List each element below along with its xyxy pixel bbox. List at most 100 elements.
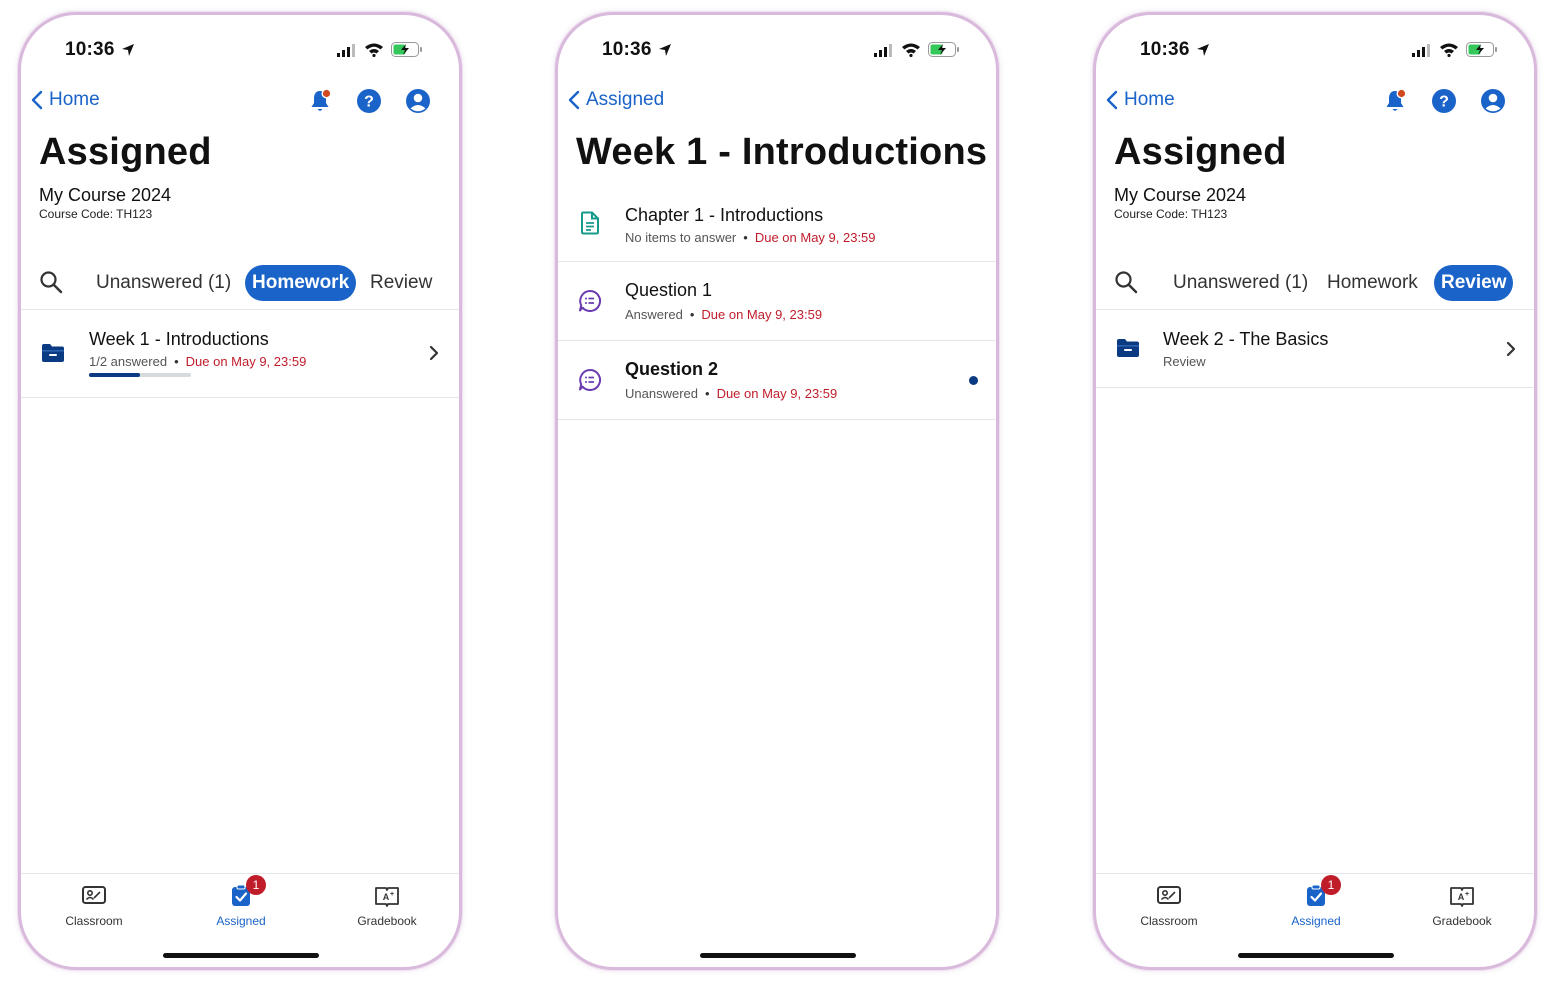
- item-title: Week 1 - Introductions: [89, 329, 269, 349]
- tabbar-label: Gradebook: [357, 914, 417, 928]
- tabbar-label: Gradebook: [1432, 914, 1492, 928]
- tabbar-assigned[interactable]: 1 Assigned: [186, 875, 296, 928]
- divider: [558, 419, 996, 420]
- tab-homework[interactable]: Homework: [245, 265, 357, 301]
- unread-indicator: [969, 376, 978, 385]
- page-title: Assigned: [39, 131, 212, 173]
- tabbar-label: Assigned: [1291, 914, 1341, 928]
- battery-charging-icon: [391, 42, 422, 57]
- classroom-icon: [82, 886, 106, 904]
- chevron-left-icon: [1106, 90, 1118, 110]
- wifi-icon: [365, 43, 383, 57]
- bell-icon[interactable]: [307, 88, 333, 114]
- home-indicator: [700, 953, 856, 958]
- assigned-icon: 1: [1303, 875, 1341, 908]
- svg-text:+: +: [1465, 891, 1469, 898]
- item-status: 1/2 answered: [89, 354, 168, 369]
- divider: [21, 397, 459, 398]
- classroom-icon: [1157, 886, 1181, 904]
- battery-charging-icon: [1466, 42, 1497, 57]
- course-name: My Course 2024: [1114, 185, 1247, 205]
- tabbar-classroom[interactable]: Classroom: [1114, 884, 1224, 928]
- phone-screen-review: 10:36 Home ? Assigned My Course 2024 Cou…: [1093, 12, 1537, 970]
- list-item[interactable]: Week 2 - The Basics Review: [1096, 310, 1534, 387]
- divider: [1096, 387, 1534, 388]
- folder-icon: [42, 344, 64, 362]
- item-subtitle: 1/2 answered • Due on May 9, 23:59: [89, 354, 306, 369]
- list-item[interactable]: Week 1 - Introductions 1/2 answered • Due …: [21, 310, 459, 397]
- list-item[interactable]: Chapter 1 - Introductions No items to an…: [558, 187, 996, 262]
- help-icon[interactable]: ?: [1431, 88, 1457, 114]
- cellular-signal-icon: [1412, 43, 1430, 57]
- svg-text:?: ?: [1439, 94, 1449, 111]
- help-icon[interactable]: ?: [356, 88, 382, 114]
- item-due-date: Due on May 9, 23:59: [185, 354, 307, 369]
- chevron-right-icon: [1506, 341, 1516, 357]
- bell-icon[interactable]: [1382, 88, 1408, 114]
- separator-dot: •: [743, 230, 748, 245]
- tab-unanswered[interactable]: Unanswered (1): [89, 265, 238, 301]
- battery-charging-icon: [928, 42, 959, 57]
- item-subtitle: Answered • Due on May 9, 23:59: [625, 307, 822, 322]
- list-item[interactable]: Question 1 Answered • Due on May 9, 23:59: [558, 262, 996, 341]
- filter-tabs: Unanswered (1) Homework Review: [39, 265, 449, 301]
- assigned-icon: 1: [228, 875, 266, 908]
- tabbar-label: Assigned: [216, 914, 266, 928]
- location-arrow-icon: [1197, 44, 1209, 56]
- back-button[interactable]: Home: [1106, 89, 1175, 111]
- account-icon[interactable]: [405, 88, 431, 114]
- home-indicator: [1238, 953, 1394, 958]
- tab-unanswered[interactable]: Unanswered (1): [1166, 265, 1315, 301]
- tabbar-assigned[interactable]: 1 Assigned: [1261, 875, 1371, 928]
- status-bar: 10:36: [65, 39, 423, 63]
- chevron-left-icon: [31, 90, 43, 110]
- chevron-right-icon: [429, 345, 439, 361]
- item-status: No items to answer: [625, 230, 737, 245]
- back-button[interactable]: Assigned: [568, 89, 664, 111]
- status-bar: 10:36: [1140, 39, 1498, 63]
- cellular-signal-icon: [874, 43, 892, 57]
- tabbar-label: Classroom: [1140, 914, 1198, 928]
- item-due-date: Due on May 9, 23:59: [701, 307, 823, 322]
- account-icon[interactable]: [1480, 88, 1506, 114]
- back-button[interactable]: Home: [31, 89, 100, 111]
- tabbar-classroom[interactable]: Classroom: [39, 884, 149, 928]
- tabbar-gradebook[interactable]: A + Gradebook: [332, 884, 442, 928]
- tab-review[interactable]: Review: [363, 265, 439, 301]
- notification-badge: 1: [246, 875, 266, 895]
- item-status: Unanswered: [625, 386, 698, 401]
- tab-homework[interactable]: Homework: [1320, 265, 1425, 301]
- wifi-icon: [902, 43, 920, 57]
- search-icon[interactable]: [1114, 270, 1138, 294]
- item-due-date: Due on May 9, 23:59: [754, 230, 876, 245]
- svg-text:A: A: [1458, 892, 1465, 902]
- bottom-tab-bar: Classroom 1 Assigned A + Gradebook: [21, 873, 459, 963]
- bottom-tab-bar: Classroom 1 Assigned A + Gradebook: [1096, 873, 1534, 963]
- status-bar: 10:36: [602, 39, 960, 63]
- tabbar-gradebook[interactable]: A + Gradebook: [1407, 884, 1517, 928]
- course-code: Course Code: TH123: [39, 207, 153, 221]
- progress-fill: [89, 373, 140, 377]
- progress-bar: [89, 373, 191, 377]
- svg-text:A: A: [383, 892, 390, 902]
- item-subtitle: No items to answer • Due on May 9, 23:59: [625, 230, 876, 245]
- page-title: Assigned: [1114, 131, 1287, 173]
- separator-dot: •: [705, 386, 710, 401]
- location-arrow-icon: [122, 44, 134, 56]
- cellular-signal-icon: [337, 43, 355, 57]
- page-title: Week 1 - Introductions: [576, 131, 988, 173]
- separator-dot: •: [689, 307, 695, 322]
- wifi-icon: [1440, 43, 1458, 57]
- course-name: My Course 2024: [39, 185, 172, 205]
- list-item[interactable]: Question 2 Unanswered • Due on May 9, 23:5…: [558, 341, 996, 420]
- separator-dot: •: [174, 354, 179, 369]
- item-subtitle: Unanswered • Due on May 9, 23:59: [625, 386, 837, 401]
- item-status: Answered: [625, 307, 683, 322]
- folder-icon: [1117, 339, 1139, 357]
- question-icon: [579, 289, 601, 312]
- tab-review[interactable]: Review: [1434, 265, 1514, 301]
- back-label: Home: [1124, 89, 1175, 110]
- gradebook-icon: A +: [1450, 887, 1474, 907]
- search-icon[interactable]: [39, 270, 63, 294]
- phone-screen-week-detail: 10:36 Assigned Week 1 - Introductions Ch…: [555, 12, 999, 970]
